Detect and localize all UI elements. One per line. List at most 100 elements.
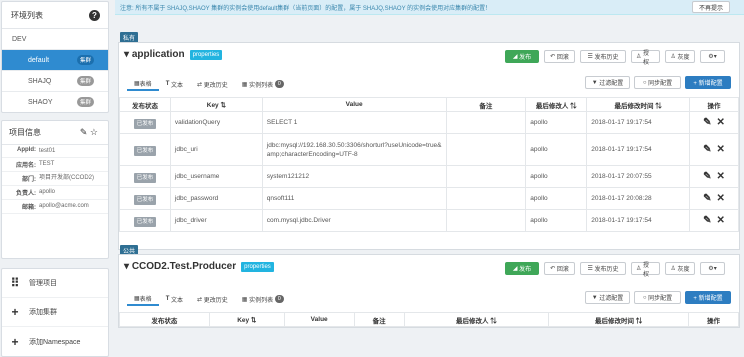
rollback-button[interactable]: ↶ 回滚 xyxy=(544,50,575,63)
edit-icon[interactable]: ✎ xyxy=(703,117,711,128)
add-config-button[interactable]: + 新增配置 xyxy=(685,291,731,304)
filter-config-button[interactable]: ▼ 过滤配置 xyxy=(585,291,630,304)
star-icon[interactable]: ☆ xyxy=(90,127,98,137)
col-header: Value xyxy=(283,312,355,327)
btn-label: 过滤配置 xyxy=(599,81,624,87)
delete-icon[interactable]: ✕ xyxy=(717,171,725,182)
help-icon[interactable]: ? xyxy=(89,9,100,21)
btn-label: 授权 xyxy=(643,50,650,66)
time-cell: 2018-01-17 20:08:28 xyxy=(586,187,691,210)
caret-down-icon[interactable]: ▾ xyxy=(124,49,129,60)
caret-down-icon[interactable]: ▾ xyxy=(124,261,129,272)
user-cell: apollo xyxy=(525,111,588,134)
release-history-button[interactable]: ☰ 发布历史 xyxy=(580,262,626,275)
authorize-button[interactable]: ♙ 授权 xyxy=(631,262,660,278)
col-header[interactable]: 最后修改时间 ⇅ xyxy=(548,312,690,327)
btn-label: 发布历史 xyxy=(594,55,619,61)
namespace-header: ▾ CCOD2.Test.Producer properties xyxy=(124,261,274,272)
add-namespace-button[interactable]: + 添加Namespace xyxy=(2,327,108,356)
delete-icon[interactable]: ✕ xyxy=(717,117,725,128)
tab-text[interactable]: T 文本 xyxy=(159,77,190,91)
table-row: 已发布 jdbc_username system121212 apollo 20… xyxy=(119,165,739,188)
tab-label: 实例列表 xyxy=(249,297,274,304)
col-header[interactable]: 最后修改人 ⇅ xyxy=(525,97,588,112)
instance-count: 0 xyxy=(274,295,284,303)
note-cell xyxy=(445,209,527,232)
manage-project-button[interactable]: ⠿ 管理项目 xyxy=(2,269,108,298)
cluster-item-default[interactable]: default 集群 xyxy=(2,49,108,70)
tab-label: 更改历史 xyxy=(203,297,228,304)
info-row-department: 部门: 项目开发部(CCOD2) xyxy=(2,172,108,186)
namespace-tabs: ▦ 表格 T 文本 ⇄ 更改历史 ▦ 实例列表 0 xyxy=(127,292,291,306)
delete-icon[interactable]: ✕ xyxy=(717,144,725,155)
grid-icon: ⠿ xyxy=(10,276,20,290)
edit-icon[interactable]: ✎ xyxy=(703,215,711,226)
time-cell: 2018-01-17 19:17:54 xyxy=(586,209,691,232)
table-header-row: 发布状态 Key ⇅ Value 备注 最后修改人 ⇅ 最后修改时间 ⇅ 操作 xyxy=(119,312,739,327)
edit-icon[interactable]: ✎ xyxy=(703,171,711,182)
status-badge: 已发布 xyxy=(133,118,157,129)
edit-icon[interactable]: ✎ xyxy=(703,144,711,155)
publish-button[interactable]: ◢ 发布 xyxy=(505,262,539,275)
config-table-wrap: 发布状态 Key ⇅ Value 备注 最后修改人 ⇅ 最后修改时间 ⇅ 操作 xyxy=(119,312,739,327)
grayscale-button[interactable]: ♙ 灰度 xyxy=(665,50,695,63)
tab-table[interactable]: ▦ 表格 xyxy=(127,292,159,306)
cluster-notice: 注意: 所有不属于 SHAJQ,SHAOY 集群的实例会使用default集群（… xyxy=(115,0,744,15)
btn-label: 回滚 xyxy=(556,55,569,61)
value-cell: com.mysql.jdbc.Driver xyxy=(261,209,447,232)
col-header: 操作 xyxy=(688,312,739,327)
tab-table[interactable]: ▦ 表格 xyxy=(127,77,159,91)
tab-change-history[interactable]: ⇄ 更改历史 xyxy=(190,77,235,91)
col-header: 操作 xyxy=(689,97,739,112)
col-header: 发布状态 xyxy=(119,312,210,327)
time-cell: 2018-01-17 20:07:55 xyxy=(586,165,691,188)
more-settings-button[interactable]: ⚙ ▾ xyxy=(700,262,725,275)
info-label: 负责人: xyxy=(16,191,36,197)
col-header[interactable]: 最后修改人 ⇅ xyxy=(403,312,550,327)
more-settings-button[interactable]: ⚙ ▾ xyxy=(700,50,725,63)
info-row-owner: 负责人: apollo xyxy=(2,186,108,200)
cluster-item-shajq[interactable]: SHAJQ 集群 xyxy=(2,70,108,91)
namespace-panel-producer: ▾ CCOD2.Test.Producer properties ◢ 发布 ↶ … xyxy=(118,254,740,328)
table-row: 已发布 jdbc_password qnsoft111 apollo 2018-… xyxy=(119,187,739,210)
add-cluster-button[interactable]: + 添加集群 xyxy=(2,298,108,327)
authorize-button[interactable]: ♙ 授权 xyxy=(631,50,660,66)
format-badge: properties xyxy=(241,261,274,272)
grayscale-button[interactable]: ♙ 灰度 xyxy=(665,262,695,275)
env-dev[interactable]: DEV xyxy=(2,29,108,49)
time-cell: 2018-01-17 19:17:54 xyxy=(586,111,691,134)
info-panel-header: 项目信息 ✎ ☆ xyxy=(2,121,108,145)
release-history-button[interactable]: ☰ 发布历史 xyxy=(580,50,626,63)
col-header[interactable]: Key ⇅ xyxy=(208,312,285,327)
value-cell: jdbc:mysql://192.168.30.50:3306/shorturl… xyxy=(261,133,447,166)
key-cell: jdbc_password xyxy=(169,187,263,210)
tab-change-history[interactable]: ⇄ 更改历史 xyxy=(190,292,235,306)
publish-button[interactable]: ◢ 发布 xyxy=(505,50,539,63)
sidebar: 环境列表 ? DEV default 集群 SHAJQ 集群 SHAOY 集群 … xyxy=(0,0,111,357)
edit-icon[interactable]: ✎ xyxy=(80,127,88,137)
info-value: 项目开发部(CCOD2) xyxy=(39,175,94,181)
tab-label: 表格 xyxy=(139,81,152,88)
sync-config-button[interactable]: ○ 同步配置 xyxy=(634,291,681,304)
info-label: 部门: xyxy=(22,177,36,183)
col-header[interactable]: 最后修改时间 ⇅ xyxy=(586,97,691,112)
user-cell: apollo xyxy=(525,187,588,210)
tab-instance-list[interactable]: ▦ 实例列表 0 xyxy=(235,292,291,306)
time-cell: 2018-01-17 19:17:54 xyxy=(586,133,691,166)
gear-icon: ⚙ xyxy=(708,266,714,272)
info-label: AppId: xyxy=(17,147,36,153)
dismiss-notice-button[interactable]: 不再提示 xyxy=(691,1,730,13)
action-label: 添加集群 xyxy=(29,309,57,316)
filter-config-button[interactable]: ▼ 过滤配置 xyxy=(585,76,630,89)
sync-config-button[interactable]: ○ 同步配置 xyxy=(634,76,681,89)
tab-instance-list[interactable]: ▦ 实例列表 0 xyxy=(235,77,291,91)
delete-icon[interactable]: ✕ xyxy=(717,215,725,226)
col-header[interactable]: Key ⇅ xyxy=(169,97,263,112)
rollback-button[interactable]: ↶ 回滚 xyxy=(544,262,575,275)
info-label: 邮箱: xyxy=(22,205,36,211)
add-config-button[interactable]: + 新增配置 xyxy=(685,76,731,89)
tab-text[interactable]: T 文本 xyxy=(159,292,190,306)
edit-icon[interactable]: ✎ xyxy=(703,193,711,204)
cluster-item-shaoy[interactable]: SHAOY 集群 xyxy=(2,91,108,112)
delete-icon[interactable]: ✕ xyxy=(717,193,725,204)
